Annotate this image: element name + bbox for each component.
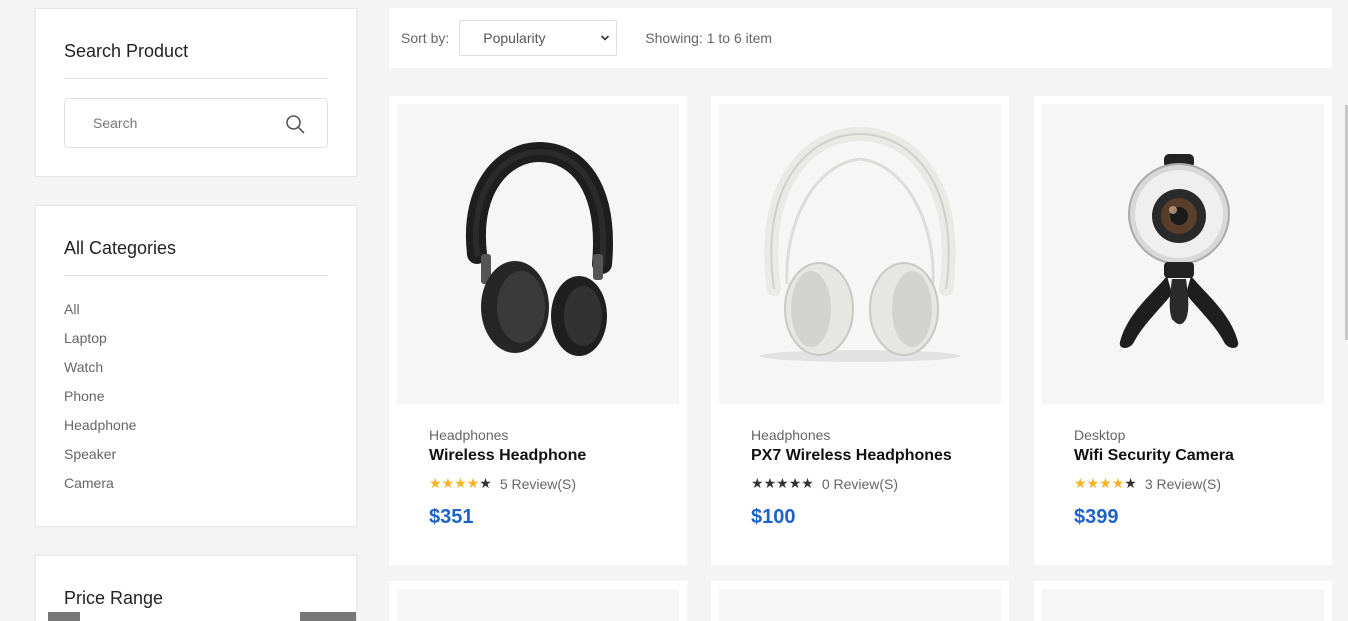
category-item-all[interactable]: All — [64, 301, 136, 330]
product-card[interactable] — [1034, 581, 1332, 621]
product-card[interactable]: Headphones PX7 Wireless Headphones ★★★★★… — [711, 96, 1009, 565]
categories-widget-title: All Categories — [64, 238, 328, 276]
star-icon: ★ — [801, 475, 814, 491]
chevron-down-icon — [601, 35, 610, 41]
star-icon: ★ — [776, 475, 789, 491]
star-rating: ★★★★★ — [1074, 475, 1137, 492]
product-category: Headphones — [751, 427, 831, 443]
star-icon: ★ — [441, 475, 455, 491]
results-count: Showing: 1 to 6 item — [645, 30, 773, 46]
price-range-title: Price Range — [64, 588, 164, 608]
category-item-watch[interactable]: Watch — [64, 359, 136, 388]
star-icon: ★ — [788, 475, 802, 491]
product-image[interactable] — [1042, 589, 1324, 621]
sort-toolbar: Sort by: Popularity Showing: 1 to 6 item — [389, 8, 1332, 68]
product-card[interactable] — [711, 581, 1009, 621]
star-icon: ★ — [1086, 475, 1100, 491]
product-name[interactable]: Wifi Security Camera — [1074, 447, 1234, 465]
review-count[interactable]: 0 Review(S) — [822, 476, 898, 492]
sort-select[interactable]: Popularity — [459, 20, 618, 56]
star-icon: ★ — [429, 475, 442, 491]
product-card[interactable]: Headphones Wireless Headphone ★★★★★ 5 Re… — [389, 96, 687, 565]
product-image[interactable] — [397, 104, 679, 404]
star-rating: ★★★★★ — [429, 475, 492, 492]
sort-select-value: Popularity — [483, 30, 546, 46]
category-item-camera[interactable]: Camera — [64, 475, 136, 504]
sort-label: Sort by: — [401, 30, 450, 46]
star-icon: ★ — [1099, 475, 1112, 491]
search-box[interactable] — [64, 98, 328, 148]
product-card[interactable]: Desktop Wifi Security Camera ★★★★★ 3 Rev… — [1034, 96, 1332, 565]
product-image[interactable] — [1042, 104, 1324, 404]
product-image[interactable] — [719, 589, 1001, 621]
category-list: All Laptop Watch Phone Headphone Speaker… — [64, 301, 136, 504]
product-image[interactable] — [397, 589, 679, 621]
product-name[interactable]: PX7 Wireless Headphones — [751, 447, 952, 465]
price-max-handle[interactable] — [300, 612, 356, 621]
product-price: $100 — [751, 506, 796, 528]
category-item-laptop[interactable]: Laptop — [64, 330, 136, 359]
headphone-image-icon — [760, 126, 960, 362]
product-card[interactable] — [389, 581, 687, 621]
category-item-phone[interactable]: Phone — [64, 388, 136, 417]
star-icon: ★ — [454, 475, 467, 491]
star-icon: ★ — [479, 475, 492, 491]
star-icon: ★ — [1124, 475, 1137, 491]
search-input[interactable] — [93, 115, 293, 131]
product-category: Desktop — [1074, 427, 1126, 443]
star-icon: ★ — [1074, 475, 1087, 491]
search-widget-title: Search Product — [64, 41, 328, 79]
price-min-handle[interactable] — [48, 612, 80, 621]
camera-image-icon — [1119, 154, 1239, 348]
product-rating: ★★★★★ 0 Review(S) — [751, 475, 898, 492]
product-name[interactable]: Wireless Headphone — [429, 447, 586, 465]
product-rating: ★★★★★ 5 Review(S) — [429, 475, 576, 492]
price-range-widget: Price Range — [35, 555, 357, 621]
product-rating: ★★★★★ 3 Review(S) — [1074, 475, 1221, 492]
review-count[interactable]: 3 Review(S) — [1145, 476, 1221, 492]
star-icon: ★ — [751, 475, 764, 491]
categories-widget: All Categories All Laptop Watch Phone He… — [35, 205, 357, 527]
search-icon[interactable] — [285, 114, 305, 134]
product-price: $351 — [429, 506, 474, 528]
product-image[interactable] — [719, 104, 1001, 404]
product-price: $399 — [1074, 506, 1119, 528]
star-icon: ★ — [466, 475, 480, 491]
category-item-headphone[interactable]: Headphone — [64, 417, 136, 446]
headphone-image-icon — [465, 141, 613, 356]
star-icon: ★ — [763, 475, 777, 491]
star-icon: ★ — [1111, 475, 1125, 491]
star-rating: ★★★★★ — [751, 475, 814, 492]
review-count[interactable]: 5 Review(S) — [500, 476, 576, 492]
category-item-speaker[interactable]: Speaker — [64, 446, 136, 475]
search-widget: Search Product — [35, 8, 357, 177]
product-category: Headphones — [429, 427, 509, 443]
